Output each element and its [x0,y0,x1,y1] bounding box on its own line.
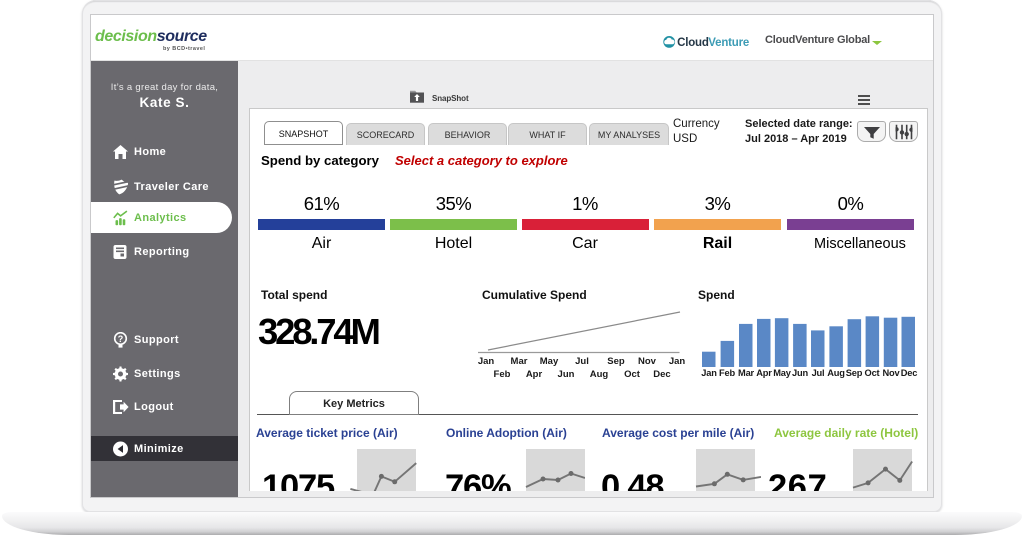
svg-text:Cloud: Cloud [677,37,709,49]
svg-text:?: ? [118,334,124,344]
svg-text:Venture: Venture [708,37,749,49]
